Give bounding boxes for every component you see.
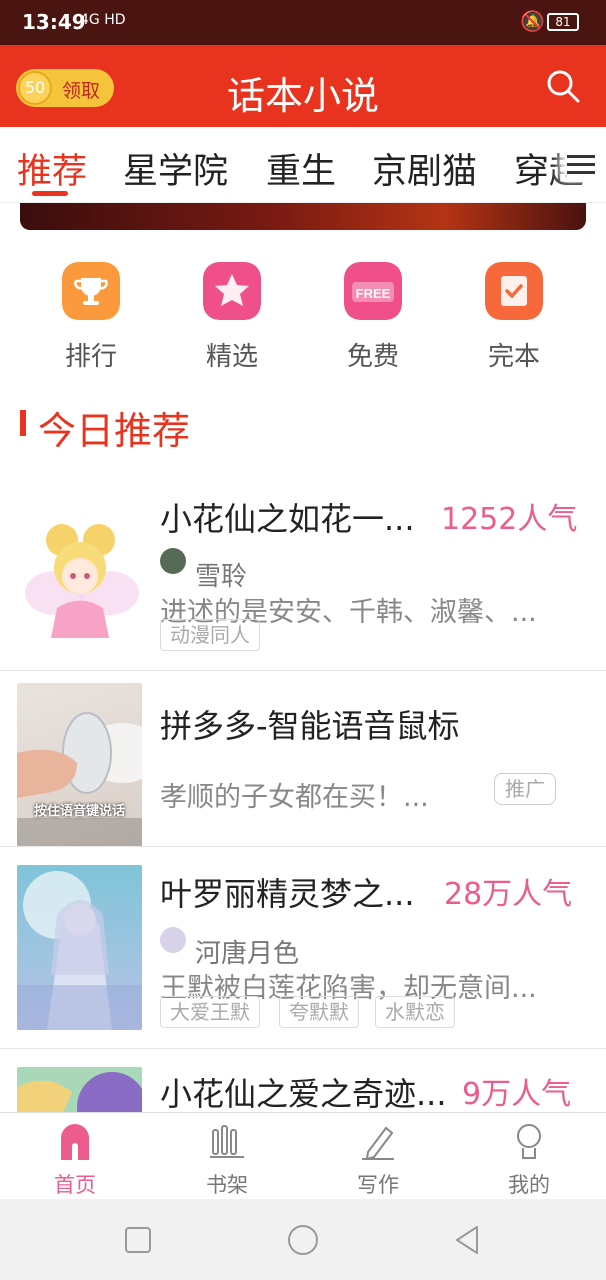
status-time: 13:49: [22, 10, 86, 34]
quick-link-label: 免费: [346, 342, 399, 372]
ad-title: 拼多多-智能语音鼠标: [160, 707, 460, 745]
book-cover: [17, 865, 142, 1030]
nav-home[interactable]: 首页: [0, 1113, 150, 1200]
profile-icon: [517, 1124, 541, 1159]
recent-apps-icon[interactable]: [121, 1223, 155, 1257]
app-title: 话本小说: [226, 74, 379, 118]
book-cover: [17, 498, 142, 663]
book-tag[interactable]: 动漫同人: [160, 619, 260, 651]
free-badge-text: FREE: [356, 286, 391, 301]
pencil-icon: [362, 1126, 394, 1160]
tab-recommend[interactable]: 推荐: [17, 143, 87, 194]
nav-label: 首页: [54, 1173, 96, 1197]
book-title: 叶罗丽精灵梦之...: [160, 875, 415, 913]
section-accent-bar: [20, 410, 26, 436]
free-icon: FREE: [344, 262, 402, 320]
tab-star-academy[interactable]: 星学院: [123, 143, 228, 194]
bookshelf-icon: [210, 1125, 244, 1158]
book-tag[interactable]: 水默恋: [375, 996, 455, 1028]
book-popularity: 1252人气: [441, 502, 578, 537]
app-header: 50 领取 话本小说: [0, 45, 606, 127]
tab-opera-cat[interactable]: 京剧猫: [372, 143, 477, 194]
promotion-badge: 推广: [494, 773, 556, 805]
author-name: 河唐月色: [195, 939, 300, 969]
book-cover: [17, 1067, 142, 1112]
quick-link-ranking[interactable]: 排行: [31, 262, 151, 372]
nav-write[interactable]: 写作: [303, 1113, 453, 1200]
nav-profile[interactable]: 我的: [454, 1113, 604, 1200]
mute-bell-icon: 🔕: [520, 9, 545, 33]
quick-link-label: 完本: [487, 342, 540, 372]
list-item[interactable]: 叶罗丽精灵梦之... 28万人气 河唐月色 王默被白莲花陷害，却无意间... 大…: [0, 847, 606, 1048]
menu-icon[interactable]: [567, 151, 597, 181]
nav-label: 我的: [508, 1173, 550, 1197]
network-indicator: 4G HD: [80, 12, 126, 28]
star-icon: [203, 262, 261, 320]
author-avatar: [160, 927, 186, 953]
author-avatar: [160, 548, 186, 574]
ad-description: 孝顺的子女都在买！...: [160, 782, 429, 813]
book-tag[interactable]: 夸默默: [279, 996, 359, 1028]
status-bar: 13:49 4G HD 🔕 81: [0, 0, 606, 45]
active-tab-indicator: [32, 191, 68, 196]
tab-rebirth[interactable]: 重生: [266, 143, 336, 194]
book-popularity: 28万人气: [444, 877, 573, 912]
quick-link-featured[interactable]: 精选: [172, 262, 292, 372]
quick-link-label: 排行: [64, 342, 117, 372]
home-button-icon[interactable]: [286, 1223, 320, 1257]
book-title: 小花仙之爱之奇迹...: [160, 1075, 447, 1112]
mouse-image: [17, 712, 142, 848]
check-book-icon: [485, 262, 543, 320]
book-popularity: 9万人气: [462, 1077, 572, 1112]
list-item[interactable]: 小花仙之爱之奇迹... 9万人气: [0, 1049, 606, 1112]
carousel-banner[interactable]: [20, 203, 586, 230]
nav-label: 书架: [206, 1173, 248, 1197]
ad-image: 按住语音键说话: [17, 683, 142, 848]
book-title: 小花仙之如花一...: [160, 500, 415, 538]
system-nav-bar: [0, 1199, 606, 1280]
ad-image-caption: 按住语音键说话: [33, 804, 125, 819]
ad-item[interactable]: 按住语音键说话 拼多多-智能语音鼠标 孝顺的子女都在买！...: [0, 671, 606, 848]
author-name: 雪聆: [195, 562, 248, 592]
quick-link-free[interactable]: FREE 免费: [313, 262, 433, 372]
nav-label: 写作: [357, 1173, 399, 1197]
back-icon[interactable]: [451, 1223, 485, 1257]
quick-link-completed[interactable]: 完本: [454, 262, 574, 372]
nav-bookshelf[interactable]: 书架: [152, 1113, 302, 1200]
battery-icon: 81: [547, 13, 579, 31]
trophy-icon: [62, 262, 120, 320]
category-tabs: 推荐 星学院 重生 京剧猫 穿越: [0, 127, 606, 203]
search-icon[interactable]: [545, 68, 581, 104]
list-item[interactable]: 小花仙之如花一... 1252人气 雪聆 进述的是安安、千韩、淑馨、... 动漫…: [0, 480, 606, 670]
home-icon: [61, 1124, 89, 1160]
book-tag[interactable]: 大爱王默: [160, 996, 260, 1028]
section-title: 今日推荐: [38, 409, 191, 453]
quick-link-label: 精选: [205, 342, 258, 372]
bottom-nav: 首页 书架 写作 我的: [0, 1112, 606, 1199]
